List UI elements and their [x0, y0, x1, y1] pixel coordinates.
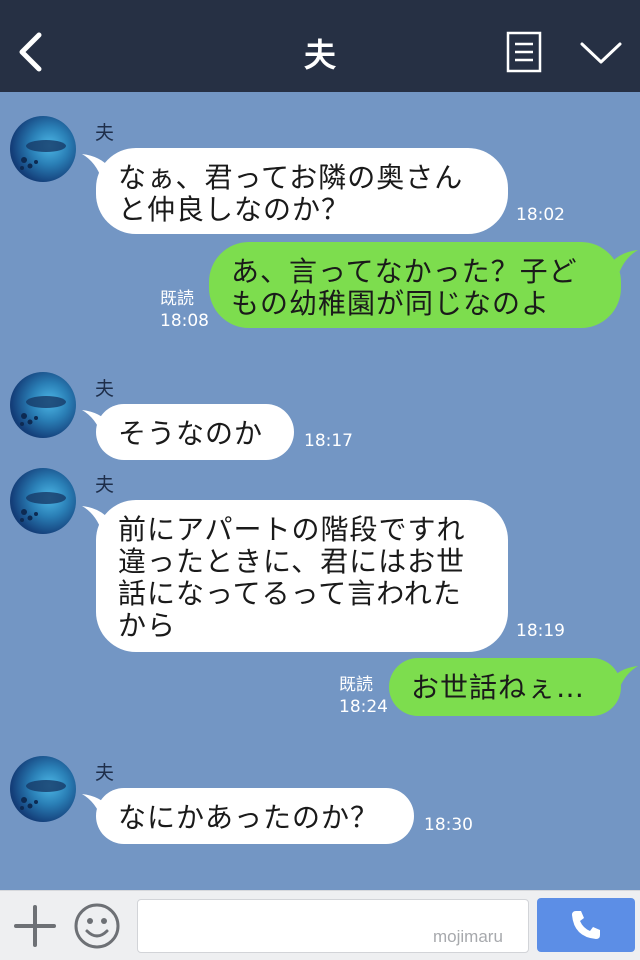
- read-receipt: 既読: [339, 675, 373, 695]
- emoji-button[interactable]: [72, 901, 122, 951]
- message-bubble[interactable]: なぁ、君ってお隣の奥さん と仲良しなのか？: [96, 148, 508, 234]
- message-bubble[interactable]: お世話ねぇ…: [389, 658, 621, 716]
- avatar[interactable]: [10, 116, 76, 182]
- phone-icon: [572, 911, 600, 939]
- message-time: 18:24: [339, 697, 388, 717]
- message-input[interactable]: [137, 899, 529, 953]
- sender-name: 夫: [95, 474, 115, 496]
- plus-icon: [14, 905, 56, 947]
- message-bubble[interactable]: 前にアパートの階段ですれ 違ったときに、君にはお世 話になってるって言われた か…: [96, 500, 508, 652]
- chat-header: 夫: [0, 0, 640, 92]
- menu-button[interactable]: [578, 36, 624, 70]
- message-time: 18:19: [516, 621, 565, 641]
- chevron-down-icon: [580, 42, 622, 64]
- message-bubble[interactable]: なにかあったのか？: [96, 788, 414, 844]
- call-button[interactable]: [537, 898, 635, 952]
- notes-icon: [506, 31, 542, 73]
- chevron-left-icon: [19, 32, 42, 72]
- avatar[interactable]: [10, 756, 76, 822]
- message-time: 18:30: [424, 815, 473, 835]
- bubble-tail: [610, 666, 638, 692]
- attach-button[interactable]: [12, 903, 58, 949]
- avatar[interactable]: [10, 468, 76, 534]
- message-time: 18:02: [516, 205, 565, 225]
- sender-name: 夫: [95, 122, 115, 144]
- message-bubble[interactable]: そうなのか: [96, 404, 294, 460]
- notes-button[interactable]: [505, 30, 543, 74]
- message-list[interactable]: 夫 なぁ、君ってお隣の奥さん と仲良しなのか？ 18:02 既読 18:08 あ…: [0, 92, 640, 890]
- sender-name: 夫: [95, 762, 115, 784]
- back-button[interactable]: [10, 28, 50, 76]
- sender-name: 夫: [95, 378, 115, 400]
- bubble-tail: [610, 250, 638, 276]
- message-time: 18:17: [304, 431, 353, 451]
- smiley-icon: [74, 903, 120, 949]
- read-receipt: 既読: [160, 289, 194, 309]
- message-time: 18:08: [160, 311, 209, 331]
- input-bar: mojimaru: [0, 890, 640, 960]
- message-bubble[interactable]: あ、言ってなかった？子ど もの幼稚園が同じなのよ: [209, 242, 621, 328]
- chat-title: 夫: [303, 36, 336, 74]
- avatar[interactable]: [10, 372, 76, 438]
